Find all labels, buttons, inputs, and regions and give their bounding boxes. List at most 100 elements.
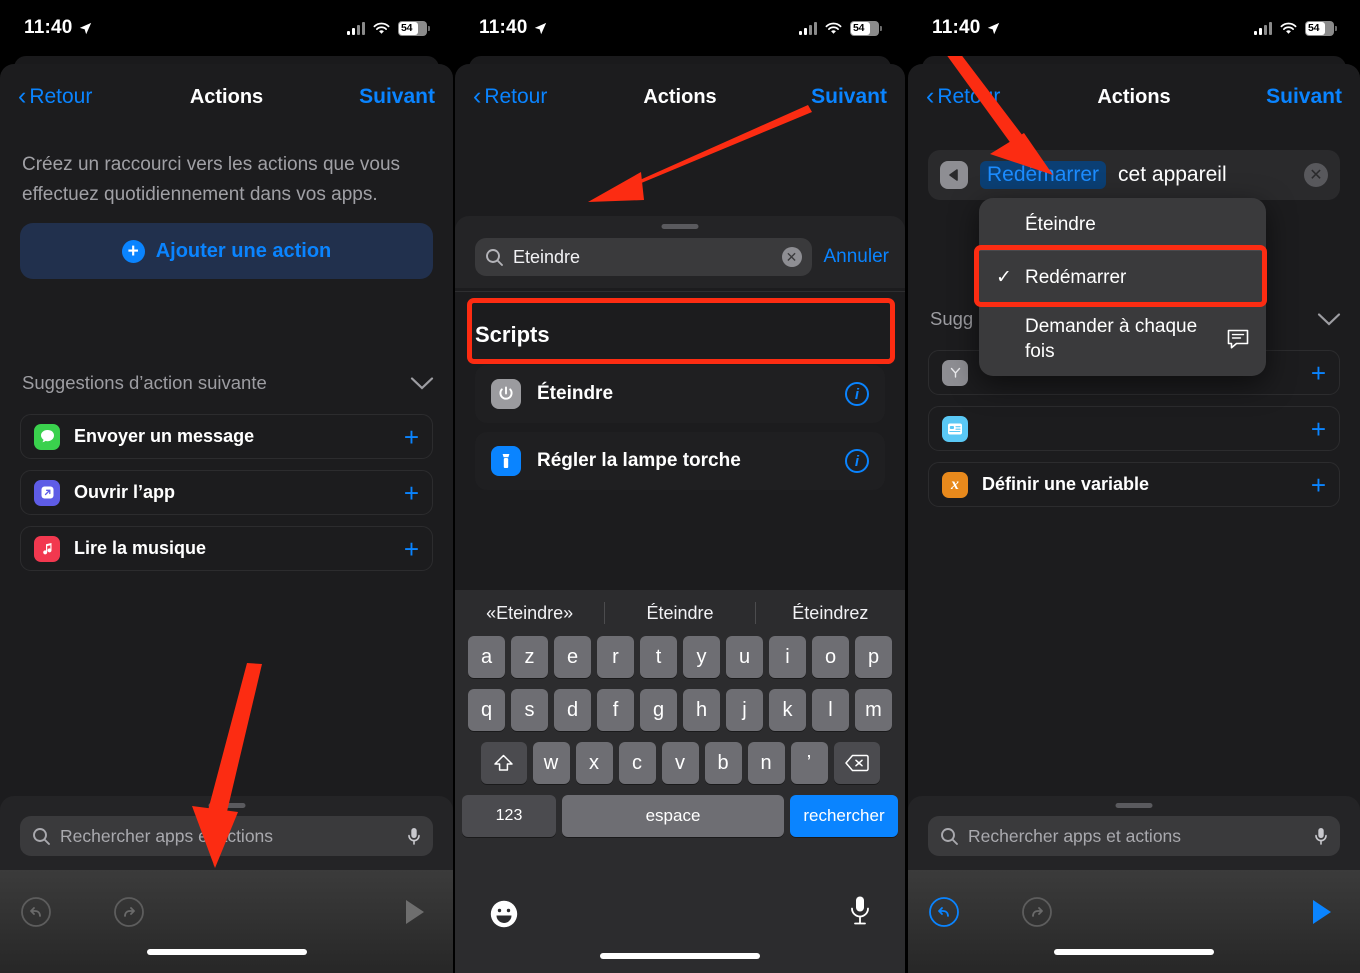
list-item[interactable]: + xyxy=(928,406,1340,451)
prediction-2[interactable]: Éteindrez xyxy=(756,603,905,624)
next-button-3[interactable]: Suivant xyxy=(1266,85,1342,109)
add-button[interactable]: + xyxy=(1311,472,1326,498)
key-z[interactable]: z xyxy=(511,636,548,678)
key-r[interactable]: r xyxy=(597,636,634,678)
search-icon xyxy=(940,827,959,846)
space-key[interactable]: espace xyxy=(562,795,784,837)
key-g[interactable]: g xyxy=(640,689,677,731)
search-return-key[interactable]: rechercher xyxy=(790,795,898,837)
key-e[interactable]: e xyxy=(554,636,591,678)
key-d[interactable]: d xyxy=(554,689,591,731)
dropdown-item-redemarrer[interactable]: ✓ Redémarrer xyxy=(979,251,1266,303)
home-indicator xyxy=(600,953,760,959)
suggestions-header-1[interactable]: Suggestions d’action suivante xyxy=(22,368,434,398)
prediction-bar: «Eteindre» Éteindre Éteindrez xyxy=(455,590,905,636)
location-arrow-icon xyxy=(987,22,1000,35)
key-c[interactable]: c xyxy=(618,742,656,784)
power-icon xyxy=(491,379,521,409)
key-apostrophe[interactable]: ’ xyxy=(790,742,828,784)
key-x[interactable]: x xyxy=(575,742,613,784)
key-k[interactable]: k xyxy=(769,689,806,731)
prediction-1[interactable]: Éteindre xyxy=(605,603,754,624)
list-item[interactable]: Envoyer un message + xyxy=(20,414,433,459)
key-h[interactable]: h xyxy=(683,689,720,731)
key-m[interactable]: m xyxy=(855,689,892,731)
play-icon[interactable] xyxy=(403,898,427,926)
search-input-1[interactable]: Rechercher apps et actions xyxy=(20,816,433,856)
clear-circle-icon[interactable]: ✕ xyxy=(781,247,802,267)
next-button-1[interactable]: Suivant xyxy=(359,85,435,109)
microphone-icon[interactable] xyxy=(1314,827,1328,846)
info-icon[interactable]: i xyxy=(845,449,869,473)
clear-circle-icon[interactable]: ✕ xyxy=(1304,163,1328,187)
add-action-button[interactable]: + Ajouter une action xyxy=(20,223,433,279)
back-button-3[interactable]: ‹ Retour xyxy=(926,81,1001,110)
result-row-eteindre[interactable]: Éteindre i xyxy=(475,365,885,423)
status-bar-left: 11:40 xyxy=(932,17,1000,39)
prediction-0[interactable]: «Eteindre» xyxy=(455,603,604,624)
sheet-grabber[interactable] xyxy=(208,803,245,808)
key-f[interactable]: f xyxy=(597,689,634,731)
list-item[interactable]: Ouvrir l’app + xyxy=(20,470,433,515)
dropdown-item-eteindre[interactable]: Éteindre xyxy=(979,198,1266,250)
microphone-icon[interactable] xyxy=(849,895,871,925)
sheet-grabber[interactable] xyxy=(1115,803,1153,808)
play-icon[interactable] xyxy=(1310,898,1334,926)
add-button[interactable]: + xyxy=(1311,360,1326,386)
search-input-3[interactable]: Rechercher apps et actions xyxy=(928,816,1340,856)
back-label: Retour xyxy=(937,85,1001,108)
status-bar: 11:40 54 xyxy=(0,0,453,56)
key-j[interactable]: j xyxy=(726,689,763,731)
chevron-left-icon: ‹ xyxy=(926,81,935,110)
redo-icon[interactable] xyxy=(1021,896,1053,928)
key-l[interactable]: l xyxy=(812,689,849,731)
key-y[interactable]: y xyxy=(683,636,720,678)
sheet-grabber[interactable] xyxy=(661,224,699,229)
dropdown-item-ask-each-time[interactable]: Demander à chaque fois xyxy=(979,304,1266,376)
key-q[interactable]: q xyxy=(468,689,505,731)
key-s[interactable]: s xyxy=(511,689,548,731)
action-card-restart[interactable]: Redémarrer cet appareil ✕ xyxy=(928,150,1340,200)
list-item[interactable]: Lire la musique + xyxy=(20,526,433,571)
location-arrow-icon xyxy=(79,22,92,35)
back-button-1[interactable]: ‹ Retour xyxy=(18,83,92,109)
wifi-icon xyxy=(825,22,842,35)
backspace-icon[interactable] xyxy=(833,742,880,784)
home-indicator xyxy=(1054,949,1214,955)
add-button[interactable]: + xyxy=(404,424,419,450)
key-u[interactable]: u xyxy=(726,636,763,678)
key-t[interactable]: t xyxy=(640,636,677,678)
key-a[interactable]: a xyxy=(468,636,505,678)
info-icon[interactable]: i xyxy=(845,382,869,406)
editor-toolbar-1 xyxy=(0,870,453,973)
status-time: 11:40 xyxy=(24,17,73,38)
key-p[interactable]: p xyxy=(855,636,892,678)
key-n[interactable]: n xyxy=(747,742,785,784)
undo-icon[interactable] xyxy=(928,896,960,928)
redo-icon[interactable] xyxy=(113,896,145,928)
shortcut-y-icon xyxy=(942,359,968,386)
add-button[interactable]: + xyxy=(1311,416,1326,442)
shift-icon[interactable] xyxy=(480,742,527,784)
emoji-icon[interactable] xyxy=(489,899,519,929)
key-o[interactable]: o xyxy=(812,636,849,678)
dropdown-item-label: Éteindre xyxy=(1025,213,1096,235)
add-button[interactable]: + xyxy=(404,480,419,506)
key-w[interactable]: w xyxy=(532,742,570,784)
result-row-torch[interactable]: Régler la lampe torche i xyxy=(475,432,885,490)
numbers-key[interactable]: 123 xyxy=(462,795,556,837)
key-i[interactable]: i xyxy=(769,636,806,678)
action-parameter-token[interactable]: Redémarrer xyxy=(980,161,1107,189)
cancel-button[interactable]: Annuler xyxy=(824,246,890,268)
status-time: 11:40 xyxy=(932,17,981,38)
undo-icon[interactable] xyxy=(20,896,52,928)
key-v[interactable]: v xyxy=(661,742,699,784)
add-button[interactable]: + xyxy=(404,536,419,562)
key-b[interactable]: b xyxy=(704,742,742,784)
back-button-2[interactable]: ‹ Retour xyxy=(473,83,547,109)
microphone-icon[interactable] xyxy=(407,827,421,846)
list-item-define-variable[interactable]: x Définir une variable + xyxy=(928,462,1340,507)
next-button-2[interactable]: Suivant xyxy=(811,85,887,109)
nav-bar-1: ‹ Retour Actions Suivant xyxy=(0,64,453,130)
search-input-2[interactable]: Eteindre ✕ xyxy=(475,238,812,276)
